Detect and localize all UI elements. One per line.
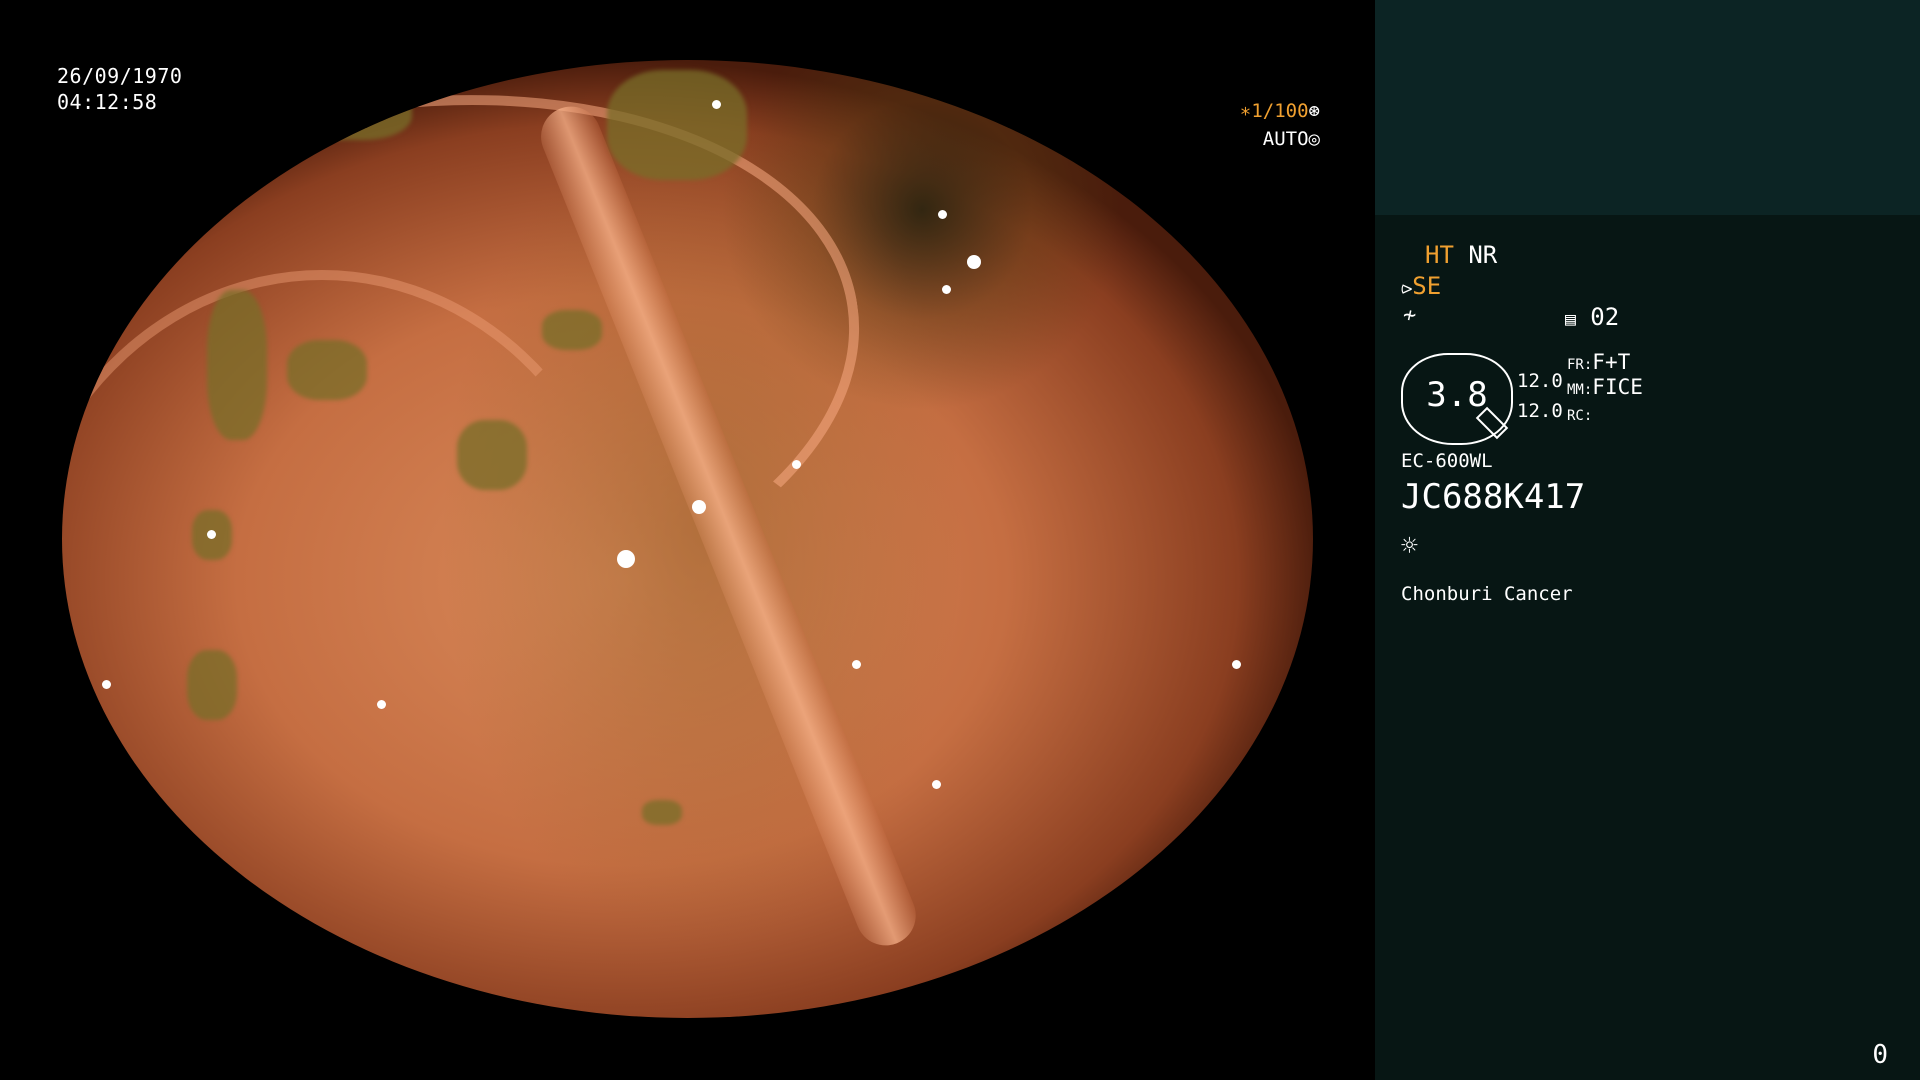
scope-model: EC-600WL <box>1401 450 1493 472</box>
memory-value: 02 <box>1590 303 1620 331</box>
scale-top: 12.0 <box>1517 370 1563 392</box>
residue <box>292 80 412 140</box>
freeze-icon: ≁ <box>1403 303 1417 328</box>
frame-counter: 0 <box>1872 1040 1888 1070</box>
shutter-icon: ⊛ <box>1308 100 1320 122</box>
specular-highlight <box>942 285 951 294</box>
mm-value: FICE <box>1592 375 1643 399</box>
timestamp: 26/09/1970 04:12:58 <box>57 63 182 115</box>
residue <box>207 290 267 440</box>
specular-highlight <box>932 780 941 789</box>
fr-value: F+T <box>1592 350 1631 374</box>
rc-key: RC: <box>1567 408 1593 424</box>
light-icon: ☼ <box>1401 529 1418 562</box>
endoscopic-image <box>62 60 1313 1018</box>
residue <box>457 420 527 490</box>
fr-row: FR:F+T <box>1567 350 1630 374</box>
exposure-mode-readout: AUTO◎ <box>1263 128 1320 150</box>
rc-row: RC: <box>1567 401 1592 425</box>
specular-highlight <box>617 550 635 568</box>
info-panel-header <box>1375 0 1920 215</box>
fr-key: FR: <box>1567 357 1593 373</box>
residue <box>542 310 602 350</box>
specular-highlight <box>207 530 216 539</box>
institution-name: Chonburi Cancer <box>1401 583 1573 605</box>
mm-key: MM: <box>1567 382 1593 398</box>
specular-highlight <box>712 100 721 109</box>
specular-highlight <box>377 700 386 709</box>
shutter-readout: ∗1/100⊛ <box>1240 100 1320 122</box>
specular-highlight <box>102 680 111 689</box>
se-label: SE <box>1412 272 1442 300</box>
exam-date: 26/09/1970 <box>57 64 183 88</box>
residue <box>607 70 747 180</box>
specular-highlight <box>938 210 947 219</box>
auto-exposure-icon: ◎ <box>1308 128 1320 150</box>
info-panel: HT NR ⪧SE ≁ ▤ 02 3.8 12.0 12.0 FR:F+T MM… <box>1375 215 1920 1080</box>
endoscope-view: 26/09/1970 04:12:58 ∗1/100⊛ AUTO◎ <box>0 0 1375 1080</box>
structure-enhance: ⪧SE <box>1401 272 1441 300</box>
specular-highlight <box>1182 860 1191 869</box>
memory-readout: ▤ 02 <box>1565 303 1619 331</box>
specular-highlight <box>1232 660 1241 669</box>
exposure-readout: ∗1/100⊛ AUTO◎ <box>1190 100 1320 160</box>
scale-bottom: 12.0 <box>1517 400 1563 422</box>
exam-time: 04:12:58 <box>57 90 158 114</box>
magnification-dial: 3.8 <box>1401 353 1513 445</box>
scope-tip-icon: ⪧ <box>1401 275 1413 299</box>
specular-highlight <box>852 660 861 669</box>
nr-label: NR <box>1468 241 1498 269</box>
residue <box>287 340 367 400</box>
memory-icon: ▤ <box>1565 309 1576 330</box>
residue <box>642 800 682 825</box>
ht-label: HT <box>1425 241 1454 269</box>
residue <box>187 650 237 720</box>
specular-highlight <box>792 460 801 469</box>
shutter-speed: ∗1/100 <box>1239 100 1309 122</box>
exposure-mode: AUTO <box>1262 128 1309 150</box>
processing-modes: HT NR <box>1425 241 1497 269</box>
scope-serial: JC688K417 <box>1401 477 1586 517</box>
dial-value: 3.8 <box>1426 375 1488 415</box>
specular-highlight <box>692 500 706 514</box>
mm-row: MM:FICE <box>1567 375 1643 399</box>
specular-highlight <box>967 255 981 269</box>
